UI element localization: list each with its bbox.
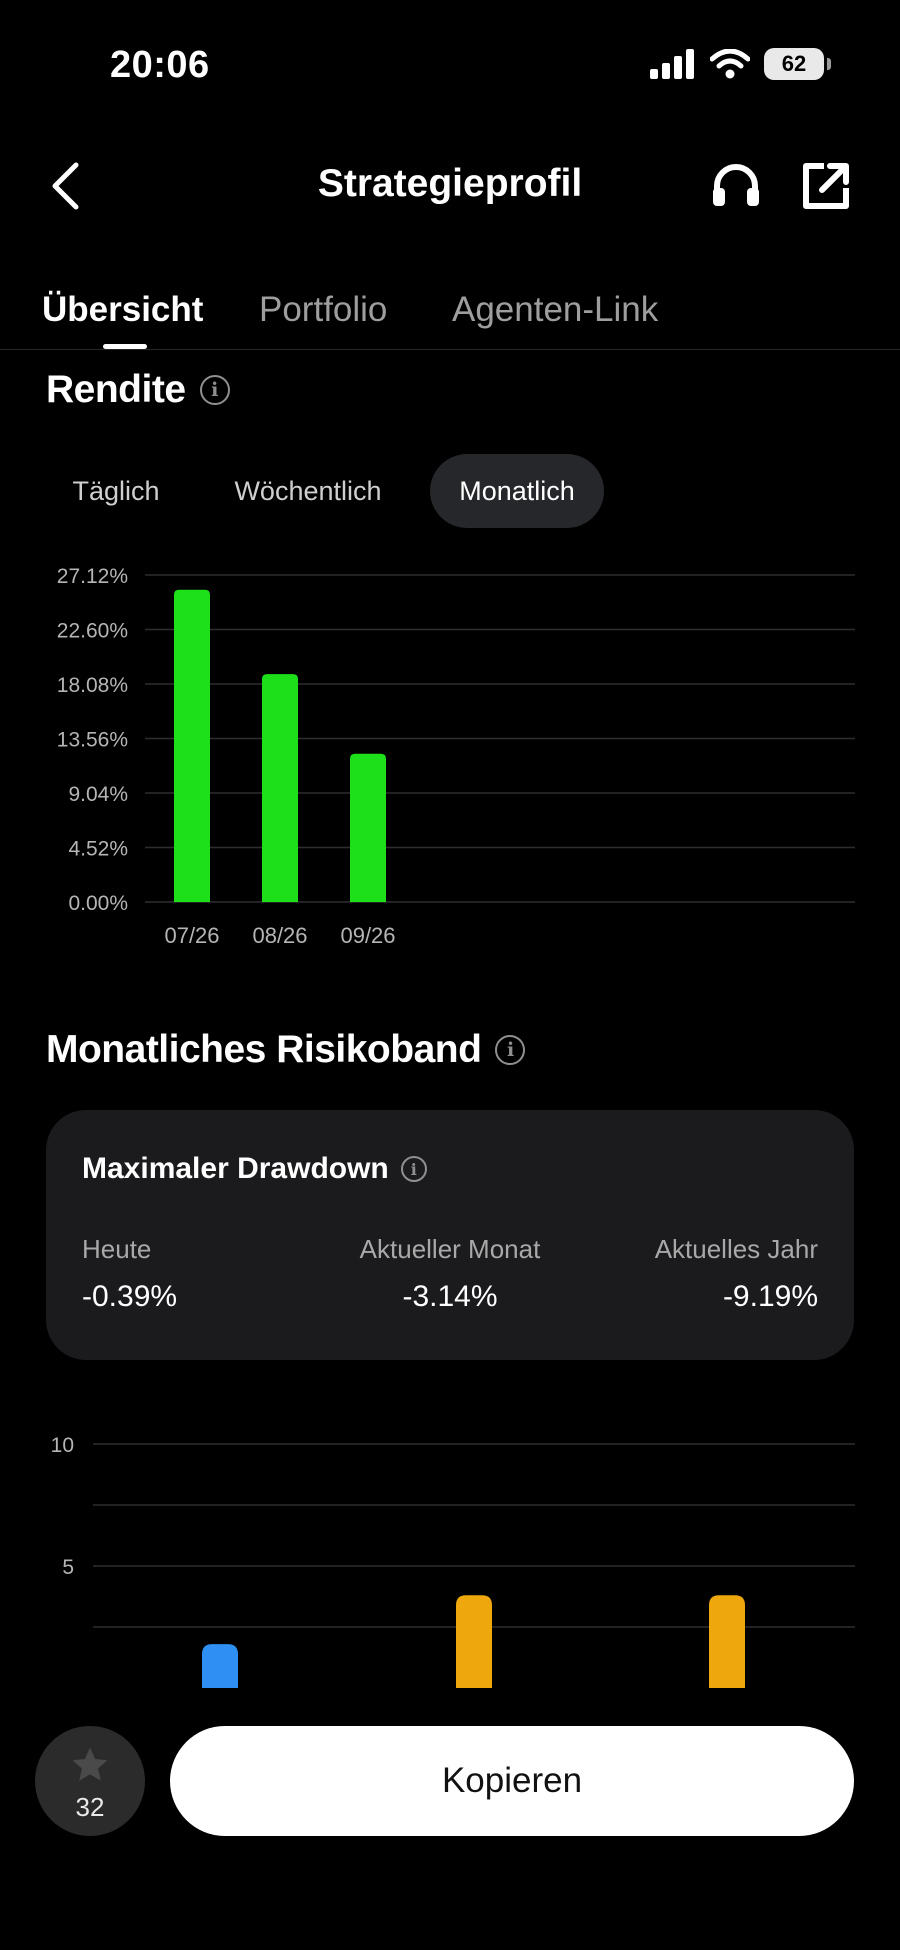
y-tick-label: 18.08% [57, 674, 128, 697]
info-icon[interactable]: i [400, 1156, 427, 1182]
current-year-label: Aktuelles Jahr [654, 1234, 818, 1264]
drawdown-card: Maximaler Drawdown i Heute -0.39% Aktuel… [46, 1110, 854, 1360]
favorite-button[interactable]: 32 [35, 1726, 145, 1836]
drawdown-title: Maximaler Drawdown [82, 1152, 389, 1185]
y-tick-label: 0.00% [68, 892, 128, 915]
page-title: Strategieprofil [317, 162, 583, 205]
headset-icon [713, 164, 759, 206]
y-tick-label: 27.12% [57, 565, 128, 588]
period-monthly[interactable]: Monatlich [430, 454, 604, 528]
risk-title: Monatliches Risikoband [46, 1028, 482, 1071]
bar [709, 1595, 745, 1688]
current-year-value: -9.19% [722, 1280, 818, 1313]
star-icon [72, 1747, 108, 1781]
bar [350, 753, 386, 902]
risk-heading: Monatliches Risikoband i [46, 1028, 526, 1072]
wifi-icon [710, 49, 750, 79]
drawdown-heading: Maximaler Drawdown i [82, 1152, 427, 1186]
y-tick-label: 22.60% [57, 620, 128, 643]
signal-icon [650, 49, 694, 79]
nav-header: Strategieprofil [0, 140, 900, 230]
tab-overview[interactable]: Übersicht [42, 290, 203, 330]
period-weekly[interactable]: Wöchentlich [215, 454, 401, 528]
bar [456, 1595, 492, 1688]
status-icons: 62 [650, 48, 831, 80]
tab-portfolio[interactable]: Portfolio [259, 290, 387, 330]
bar [174, 589, 210, 902]
info-icon[interactable]: i [495, 1035, 526, 1065]
status-bar: 20:06 62 [0, 0, 900, 130]
tab-agent-link[interactable]: Agenten-Link [452, 290, 658, 330]
y-tick-label: 4.52% [68, 838, 128, 861]
copy-button[interactable]: Kopieren [170, 1726, 854, 1836]
tab-bar: Übersicht Portfolio Agenten-Link [0, 286, 900, 350]
period-daily[interactable]: Täglich [46, 454, 186, 528]
returns-title: Rendite [46, 368, 186, 411]
x-tick-label: 09/26 [340, 923, 395, 948]
status-time: 20:06 [110, 44, 210, 86]
y-tick-label: 9.04% [68, 783, 128, 806]
x-tick-label: 07/26 [164, 923, 219, 948]
support-button[interactable] [708, 158, 764, 214]
battery-level: 62 [781, 51, 807, 76]
tab-indicator [103, 344, 147, 349]
risk-band-chart: 5 10 [51, 1434, 855, 1688]
returns-chart: 0.00% 4.52% 9.04% 13.56% 18.08% 22.60% 27.12% 0… [57, 565, 855, 948]
battery-icon: 62 [764, 48, 831, 80]
y-tick-label: 13.56% [57, 729, 128, 752]
returns-heading: Rendite i [46, 368, 230, 412]
info-icon[interactable]: i [199, 375, 230, 405]
share-icon [803, 163, 849, 209]
y-tick-label: 5 [62, 1556, 74, 1579]
y-tick-label: 10 [51, 1434, 74, 1457]
favorite-count: 32 [75, 1792, 105, 1822]
share-button[interactable] [798, 158, 854, 214]
bar [202, 1644, 238, 1688]
bar [262, 674, 298, 902]
x-tick-label: 08/26 [252, 923, 307, 948]
